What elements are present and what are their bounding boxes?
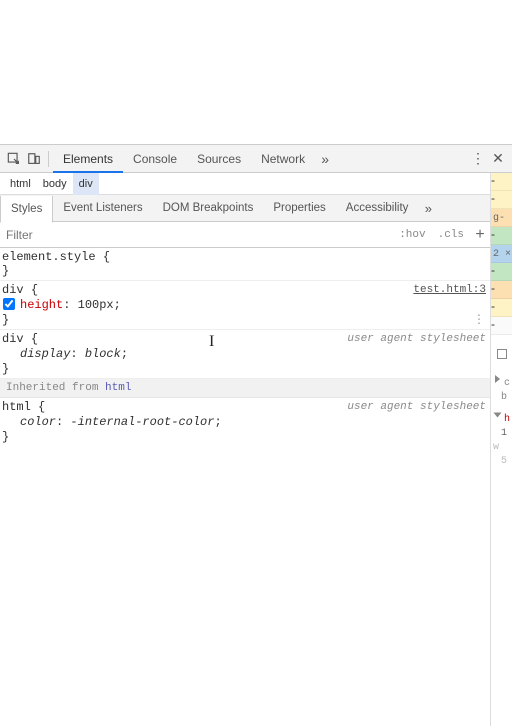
rule-element-style[interactable]: element.style { } [0, 248, 490, 281]
value: block [85, 347, 121, 361]
margin-swatch[interactable]: - [491, 191, 512, 209]
more-tabs-icon[interactable]: » [315, 149, 335, 169]
declaration-toggle[interactable] [3, 298, 15, 310]
divider [48, 151, 49, 167]
styles-filter-bar: :hov .cls + [0, 222, 490, 248]
devtools-toolbar: Elements Console Sources Network » ⋮ ✕ [0, 145, 512, 173]
subtab-event-listeners[interactable]: Event Listeners [53, 195, 152, 222]
rule-menu-icon[interactable]: ⋮ [473, 312, 486, 327]
disclosure-icon[interactable] [494, 413, 502, 418]
styles-subtabs: Styles Event Listeners DOM Breakpoints P… [0, 195, 490, 222]
property: display [20, 347, 70, 361]
subtab-styles[interactable]: Styles [0, 196, 53, 223]
breadcrumb: html body div [0, 173, 490, 195]
inherited-link[interactable]: html [105, 382, 131, 394]
tab-console[interactable]: Console [123, 145, 187, 173]
selector[interactable]: element.style [2, 250, 96, 264]
selector[interactable]: div [2, 283, 24, 297]
hov-toggle[interactable]: :hov [393, 229, 431, 241]
margin-swatch[interactable]: - [491, 173, 512, 191]
padding-swatch[interactable]: - [491, 227, 512, 245]
crumb-body[interactable]: body [37, 173, 73, 195]
disclosure-icon[interactable] [495, 375, 500, 383]
computed-sidebar[interactable]: - - g- - 2 × - - - - c b h 1 w 5 [490, 173, 512, 726]
styles-pane[interactable]: element.style { } div { test.html:3 heig… [0, 248, 490, 726]
padding-swatch[interactable]: - [491, 263, 512, 281]
selector: div [2, 332, 24, 346]
device-toggle-icon[interactable] [24, 149, 44, 169]
margin-swatch[interactable]: - [491, 299, 512, 317]
inspect-icon[interactable] [4, 149, 24, 169]
declaration: color: -internal-root-color; [2, 414, 486, 430]
border-swatch[interactable]: g- [491, 209, 512, 227]
value: -internal-root-color [70, 415, 214, 429]
close-icon[interactable]: ✕ [488, 149, 508, 169]
more-subtabs-icon[interactable]: » [418, 198, 438, 218]
filter-input[interactable] [0, 223, 393, 247]
devtools-panel: Elements Console Sources Network » ⋮ ✕ h… [0, 144, 512, 726]
kebab-menu-icon[interactable]: ⋮ [468, 149, 488, 169]
tab-elements[interactable]: Elements [53, 145, 123, 173]
declaration: display: block; [2, 346, 486, 362]
rule-div-author[interactable]: div { test.html:3 height: 100px; } ⋮ [0, 281, 490, 330]
declaration[interactable]: height: 100px; [2, 297, 486, 313]
tab-sources[interactable]: Sources [187, 145, 251, 173]
rule-div-ua: div { user agent stylesheet display: blo… [0, 330, 490, 379]
property[interactable]: height [20, 298, 63, 312]
border-swatch[interactable]: - [491, 281, 512, 299]
checkbox-show-all[interactable] [497, 349, 507, 359]
content-swatch[interactable]: 2 × [491, 245, 512, 263]
ua-label: user agent stylesheet [347, 401, 486, 413]
subtab-dom-breakpoints[interactable]: DOM Breakpoints [153, 195, 264, 222]
crumb-html[interactable]: html [4, 173, 37, 195]
elements-main: html body div Styles Event Listeners DOM… [0, 173, 490, 726]
cls-toggle[interactable]: .cls [432, 229, 470, 241]
position-swatch[interactable]: - [491, 317, 512, 335]
crumb-div[interactable]: div [73, 173, 99, 195]
page-viewport [0, 0, 512, 144]
subtab-accessibility[interactable]: Accessibility [336, 195, 419, 222]
selector: html [2, 400, 31, 414]
new-style-rule-button[interactable]: + [470, 226, 490, 244]
value[interactable]: 100px [78, 298, 114, 312]
ua-label: user agent stylesheet [347, 333, 486, 345]
rule-html-ua: html { user agent stylesheet color: -int… [0, 398, 490, 446]
subtab-properties[interactable]: Properties [263, 195, 335, 222]
property: color [20, 415, 56, 429]
tab-network[interactable]: Network [251, 145, 315, 173]
inherited-separator: Inherited from html [0, 379, 490, 398]
source-link[interactable]: test.html:3 [413, 284, 486, 296]
